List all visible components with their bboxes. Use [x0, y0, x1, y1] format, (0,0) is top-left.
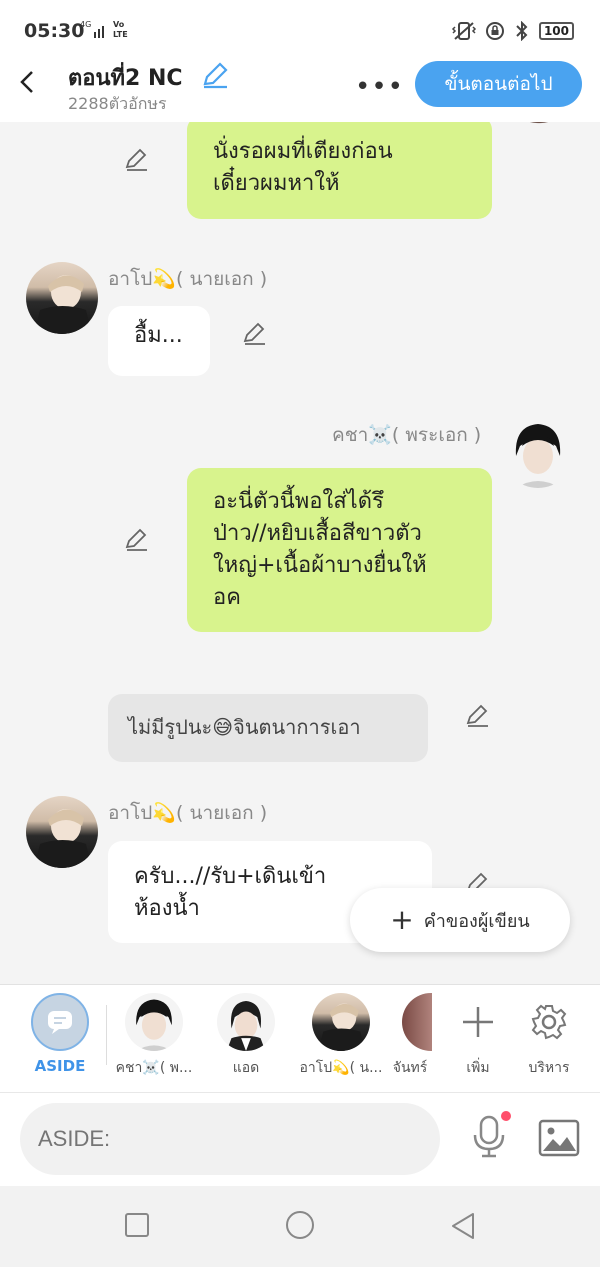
avatar [312, 993, 370, 1051]
message-input[interactable] [20, 1103, 440, 1175]
character-item[interactable]: แอด [201, 993, 291, 1079]
chat-area[interactable]: นั่งรอผมที่เตียงก่อน เดี๋ยวผมหาให้ อาโป💫… [0, 122, 600, 984]
episode-title[interactable]: ตอนที่2 NC [68, 60, 183, 95]
avatar [217, 993, 275, 1051]
edit-pencil-icon[interactable] [242, 320, 268, 346]
message-text: นั่งรอผมที่เตียงก่อน เดี๋ยวผมหาให้ [213, 139, 393, 196]
system-nav-bar [0, 1186, 600, 1267]
author-note-label: คำของผู้เขียน [423, 910, 530, 932]
status-time: 05:30 [24, 20, 85, 42]
divider [106, 1005, 107, 1065]
svg-text:Vo: Vo [113, 20, 125, 29]
aside-avatar [31, 993, 89, 1051]
battery-indicator: 100 [538, 22, 574, 40]
avatar [125, 993, 183, 1051]
add-label: เพิ่ม [466, 1060, 490, 1076]
avatar[interactable] [26, 796, 98, 868]
message-bubble[interactable]: อื้ม... [108, 306, 210, 376]
message-bubble[interactable]: อะนี่ตัวนี้พอใส่ได้รึ ป่าว//หยิบเสื้อสีข… [187, 468, 492, 632]
message-text: อื้ม... [134, 323, 183, 348]
gear-icon [531, 1004, 567, 1040]
image-icon[interactable] [538, 1119, 580, 1157]
editor-header: ตอนที่2 NC 2288ตัวอักษร ••• ขั้นตอนต่อไป [0, 60, 600, 122]
edit-pencil-icon[interactable] [124, 146, 150, 172]
home-icon[interactable] [285, 1210, 315, 1240]
character-selector: ASIDE คชา☠️( พ... แอด อาโป💫( น... จันทร์… [0, 984, 600, 1092]
avatar[interactable] [502, 416, 574, 488]
manage-characters-button[interactable]: บริหาร [504, 993, 594, 1079]
avatar [402, 993, 432, 1051]
message-text: อะนี่ตัวนี้พอใส่ได้รึ ป่าว//หยิบเสื้อสีข… [213, 489, 427, 610]
next-step-button[interactable]: ขั้นตอนต่อไป [415, 61, 582, 107]
message-composer [0, 1092, 600, 1186]
aside-text: ไม่มีรูปนะ😅จินตนาการเอา [128, 715, 361, 739]
back-arrow-icon[interactable] [16, 70, 40, 94]
back-triangle-icon[interactable] [450, 1212, 476, 1240]
edit-pencil-icon[interactable] [124, 526, 150, 552]
more-options-button[interactable]: ••• [355, 72, 404, 102]
character-item[interactable]: จันทร์ [380, 993, 440, 1079]
edit-title-pencil-icon[interactable] [200, 60, 230, 90]
character-item[interactable]: อาโป💫( น... [296, 993, 386, 1079]
aside-label: ASIDE [34, 1057, 86, 1075]
character-name: อาโป💫( นายเอก ) [108, 802, 268, 824]
edit-pencil-icon[interactable] [465, 702, 491, 728]
lock-rotation-icon [485, 22, 504, 40]
network-indicator: 4G Vo LTE [80, 18, 132, 45]
bluetooth-icon [516, 21, 528, 41]
svg-text:4G: 4G [80, 20, 91, 29]
character-count: 2288ตัวอักษร [68, 94, 167, 113]
plus-icon: + [390, 903, 414, 936]
vibrate-icon [451, 22, 476, 40]
character-item[interactable]: คชา☠️( พ... [109, 993, 199, 1079]
svg-text:LTE: LTE [113, 30, 128, 39]
plus-icon [463, 1007, 493, 1037]
notification-dot [501, 1111, 511, 1121]
character-label: จันทร์ [392, 1060, 428, 1076]
character-label: คชา☠️( พ... [115, 1060, 193, 1076]
character-aside[interactable]: ASIDE [15, 993, 105, 1075]
recent-apps-icon[interactable] [124, 1212, 150, 1238]
author-note-button[interactable]: + คำของผู้เขียน [350, 888, 570, 952]
character-label: แอด [232, 1060, 260, 1076]
character-name: อาโป💫( นายเอก ) [108, 268, 268, 290]
character-name: คชา☠️( พระเอก ) [332, 424, 482, 446]
avatar[interactable] [503, 122, 575, 136]
character-label: อาโป💫( น... [299, 1060, 383, 1076]
chat-bubble-icon [48, 1011, 72, 1034]
manage-label: บริหาร [528, 1060, 570, 1076]
avatar[interactable] [26, 262, 98, 334]
status-bar: 05:30 4G Vo LTE 100 [0, 0, 600, 60]
aside-bubble[interactable]: ไม่มีรูปนะ😅จินตนาการเอา [108, 694, 428, 762]
message-bubble[interactable]: นั่งรอผมที่เตียงก่อน เดี๋ยวผมหาให้ [187, 122, 492, 219]
